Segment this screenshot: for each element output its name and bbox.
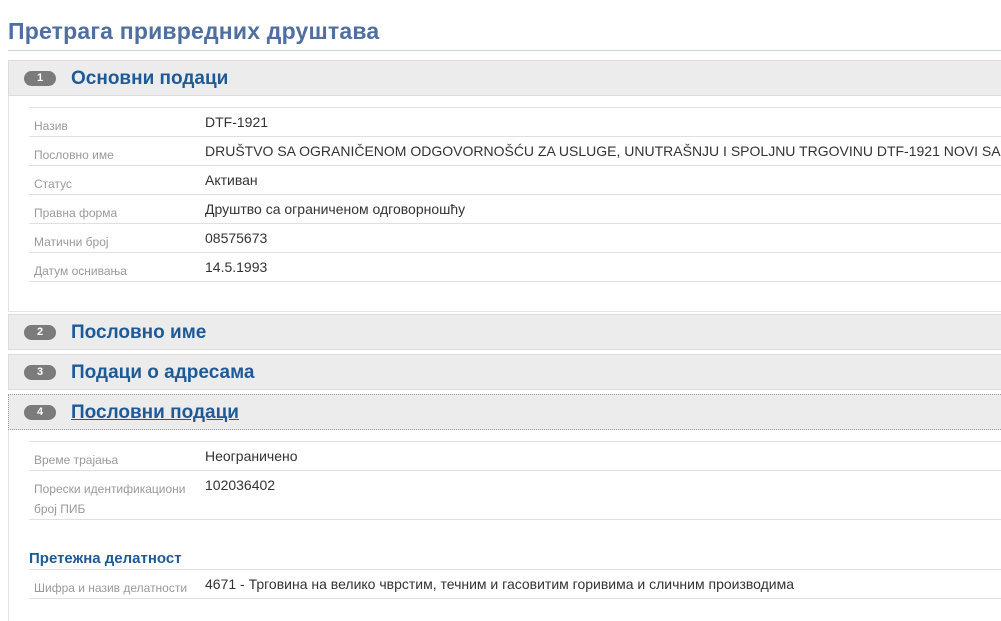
row-label: Шифра и назив делатности — [34, 581, 188, 595]
section-number-badge: 1 — [24, 71, 56, 86]
row-label: Датум оснивања — [34, 264, 127, 278]
row-value: 4671 - Трговина на велико чврстим, течни… — [205, 576, 795, 592]
row-value: Активан — [205, 172, 258, 188]
row-label: Време трајања — [34, 453, 119, 467]
section-title-link[interactable]: Пословни подаци — [71, 402, 239, 424]
row-value: 102036402 — [205, 477, 276, 493]
row-label: Статус — [34, 177, 72, 191]
page-title: Претрага привредних друштава — [8, 18, 380, 44]
table-row: Матични број 08575673 — [29, 224, 1001, 253]
row-value: 08575673 — [205, 230, 268, 246]
section-title: Пословно име — [71, 322, 207, 343]
section-number-badge: 4 — [24, 405, 56, 420]
table-row: Статус Активан — [29, 166, 1001, 195]
section-header-basic-data[interactable]: 1 Основни подаци — [8, 60, 1001, 96]
table-row: Датум оснивања 14.5.1993 — [29, 253, 1001, 282]
section-number-badge: 3 — [24, 365, 56, 380]
section-number-badge: 2 — [24, 325, 56, 340]
business-data-table: Време трајања Неограничено Порески идент… — [29, 441, 1001, 520]
row-label: Правна форма — [34, 206, 118, 220]
section-body-basic-data: Назив DTF-1921 Пословно име DRUŠTVO SA O… — [8, 96, 1001, 312]
row-label: Пословно име — [34, 148, 114, 162]
section-header-business-name[interactable]: 2 Пословно име — [8, 314, 1001, 350]
row-value: Друштво са ограниченом одговорношћу — [205, 201, 466, 217]
table-row: Правна форма Друштво са ограниченом одго… — [29, 195, 1001, 224]
row-value: DRUŠTVO SA OGRANIČENOM ODGOVORNOŠĆU ZA U… — [205, 143, 1001, 159]
row-value: Неограничено — [205, 448, 298, 464]
section-body-business-data: Време трајања Неограничено Порески идент… — [8, 430, 1001, 621]
table-row: Шифра и назив делатности 4671 - Трговина… — [29, 570, 1001, 599]
table-row: Порески идентификациони број ПИБ 1020364… — [29, 471, 1001, 520]
row-label: Порески идентификациони број ПИБ — [34, 482, 186, 516]
section-title: Подаци о адресама — [71, 362, 255, 383]
basic-data-table: Назив DTF-1921 Пословно име DRUŠTVO SA O… — [29, 107, 1001, 282]
section-title: Основни подаци — [71, 68, 229, 89]
section-header-business-data[interactable]: 4 Пословни подаци — [8, 394, 1001, 430]
section-header-addresses[interactable]: 3 Подаци о адресама — [8, 354, 1001, 390]
row-label: Назив — [34, 119, 68, 133]
row-value: DTF-1921 — [205, 114, 269, 130]
row-label: Матични број — [34, 235, 109, 249]
table-row: Време трајања Неограничено — [29, 442, 1001, 471]
table-row: Назив DTF-1921 — [29, 108, 1001, 137]
table-row: Пословно име DRUŠTVO SA OGRANIČENOM ODGO… — [29, 137, 1001, 166]
title-divider — [8, 50, 1001, 51]
activity-subheading: Претежна делатност — [29, 550, 182, 567]
activity-table: Шифра и назив делатности 4671 - Трговина… — [29, 569, 1001, 599]
row-value: 14.5.1993 — [205, 259, 268, 275]
